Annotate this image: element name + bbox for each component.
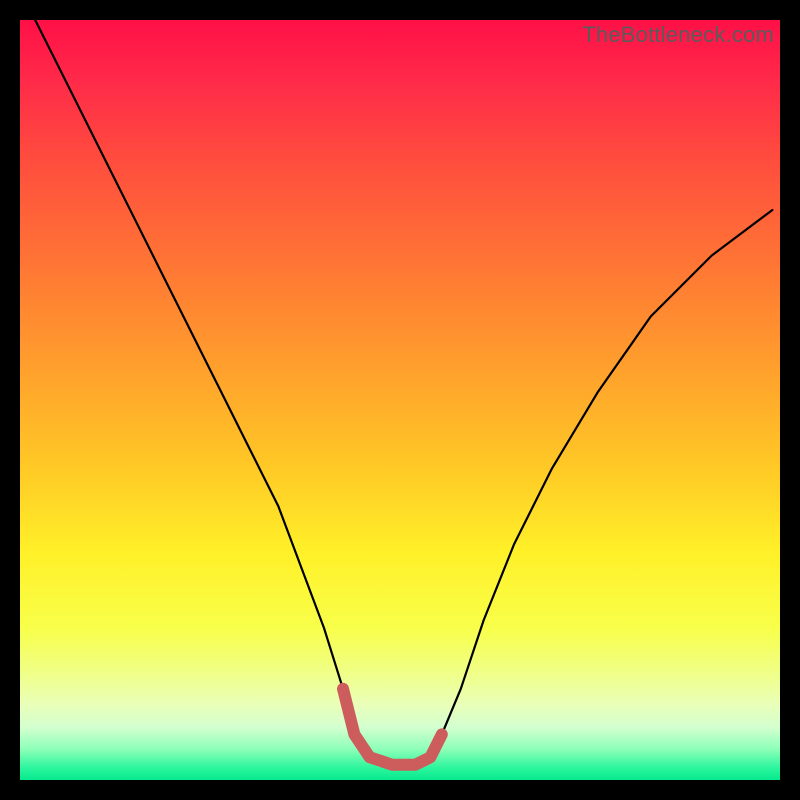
chart-frame: TheBottleneck.com [0, 0, 800, 800]
curve-highlight [343, 689, 442, 765]
plot-area: TheBottleneck.com [20, 20, 780, 780]
curve-main [35, 20, 772, 765]
curve-layer [20, 20, 780, 780]
